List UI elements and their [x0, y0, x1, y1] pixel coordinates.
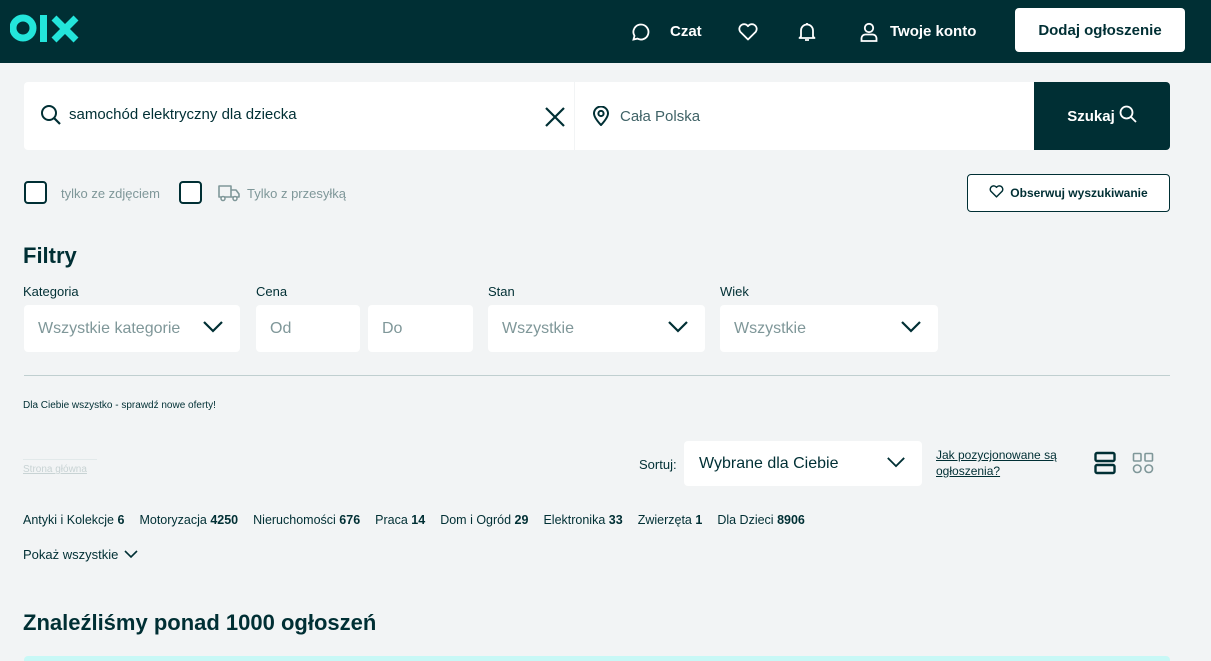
observe-search-button[interactable]: Obserwuj wyszukiwanie	[967, 174, 1170, 212]
location-input[interactable]: Cała Polska	[575, 82, 1034, 150]
price-filter-label: Cena	[256, 284, 288, 299]
chat-label: Czat	[670, 23, 702, 40]
notifications-bell-icon[interactable]	[798, 0, 816, 63]
sort-dropdown[interactable]: Wybrane dla Ciebie	[684, 441, 922, 486]
heart-icon	[989, 185, 1004, 201]
show-all-categories-link[interactable]: Pokaż wszystkie	[23, 547, 138, 562]
category-link-dom-i-ogrod[interactable]: Dom i Ogród 29	[440, 513, 528, 527]
search-query-text[interactable]: samochód elektryczny dla dziecka	[69, 106, 297, 123]
category-link-praca[interactable]: Praca 14	[375, 513, 425, 527]
listing-banner-top-edge	[24, 656, 1170, 661]
with-shipping-label: Tylko z przesyłką	[247, 186, 346, 201]
category-link-dla-dzieci[interactable]: Dla Dzieci 8906	[717, 513, 805, 527]
filters-divider	[24, 375, 1170, 376]
clear-search-close-icon[interactable]	[544, 106, 566, 133]
chevron-down-icon	[900, 320, 922, 339]
search-input[interactable]: samochód elektryczny dla dziecka	[24, 82, 574, 150]
price-from-placeholder: Od	[270, 319, 292, 337]
age-dropdown[interactable]: Wszystkie	[720, 305, 938, 352]
category-dropdown[interactable]: Wszystkie kategorie	[24, 305, 240, 352]
chat-link[interactable]: Czat	[632, 0, 702, 63]
chevron-down-icon	[886, 456, 906, 474]
category-counts-list: Antyki i Kolekcje 6 Motoryzacja 4250 Nie…	[23, 513, 805, 527]
search-icon	[40, 104, 62, 131]
account-link[interactable]: Twoje konto	[860, 0, 976, 63]
price-from-input[interactable]: Od	[256, 305, 360, 352]
with-photo-label: tylko ze zdjęciem	[61, 186, 160, 201]
show-all-label: Pokaż wszystkie	[23, 547, 119, 562]
search-button[interactable]: Szukaj	[1034, 82, 1170, 150]
with-photo-checkbox[interactable]	[24, 181, 47, 204]
sort-label: Sortuj:	[639, 457, 677, 472]
condition-dropdown-value: Wszystkie	[502, 319, 574, 337]
category-link-motoryzacja[interactable]: Motoryzacja 4250	[139, 513, 238, 527]
search-icon	[1119, 105, 1137, 127]
with-shipping-checkbox[interactable]	[179, 181, 202, 204]
favorites-heart-icon[interactable]	[738, 0, 758, 63]
price-to-input[interactable]: Do	[368, 305, 473, 352]
age-filter-label: Wiek	[720, 284, 749, 299]
search-button-label: Szukaj	[1067, 107, 1115, 125]
condition-dropdown[interactable]: Wszystkie	[488, 305, 705, 352]
account-label: Twoje konto	[890, 23, 977, 40]
observe-search-label: Obserwuj wyszukiwanie	[1010, 186, 1148, 200]
category-link-antyki[interactable]: Antyki i Kolekcje 6	[23, 513, 124, 527]
results-count-heading: Znaleźliśmy ponad 1000 ogłoszeń	[23, 610, 377, 635]
category-filter-label: Kategoria	[23, 284, 79, 299]
chevron-down-icon	[667, 320, 689, 339]
delivery-truck-icon	[218, 184, 240, 207]
list-view-icon[interactable]	[1094, 451, 1116, 480]
category-link-elektronika[interactable]: Elektronika 33	[543, 513, 622, 527]
sort-dropdown-value: Wybrane dla Ciebie	[699, 454, 839, 472]
price-to-placeholder: Do	[382, 319, 403, 337]
breadcrumb[interactable]: Strona główna	[23, 459, 97, 475]
top-navigation-bar: Czat Twoje konto Dodaj ogłoszenie	[0, 0, 1211, 63]
condition-filter-label: Stan	[488, 284, 515, 299]
chevron-down-icon	[124, 547, 138, 562]
location-pin-icon	[592, 105, 610, 131]
location-value: Cała Polska	[620, 108, 701, 125]
category-link-zwierzeta[interactable]: Zwierzęta 1	[638, 513, 703, 527]
grid-view-icon[interactable]	[1132, 452, 1154, 479]
age-dropdown-value: Wszystkie	[734, 319, 806, 337]
user-icon	[860, 22, 878, 42]
filters-title: Filtry	[23, 243, 77, 268]
add-listing-button[interactable]: Dodaj ogłoszenie	[1015, 8, 1185, 52]
category-link-nieruchomosci[interactable]: Nieruchomości 676	[253, 513, 360, 527]
olx-logo[interactable]	[10, 12, 80, 44]
category-dropdown-value: Wszystkie kategorie	[38, 319, 181, 337]
chat-bubble-icon	[632, 23, 650, 41]
promo-text: Dla Ciebie wszystko - sprawdź nowe ofert…	[23, 400, 216, 411]
positioning-info-link[interactable]: Jak pozycjonowane są ogłoszenia?	[936, 447, 1076, 479]
chevron-down-icon	[202, 320, 224, 339]
